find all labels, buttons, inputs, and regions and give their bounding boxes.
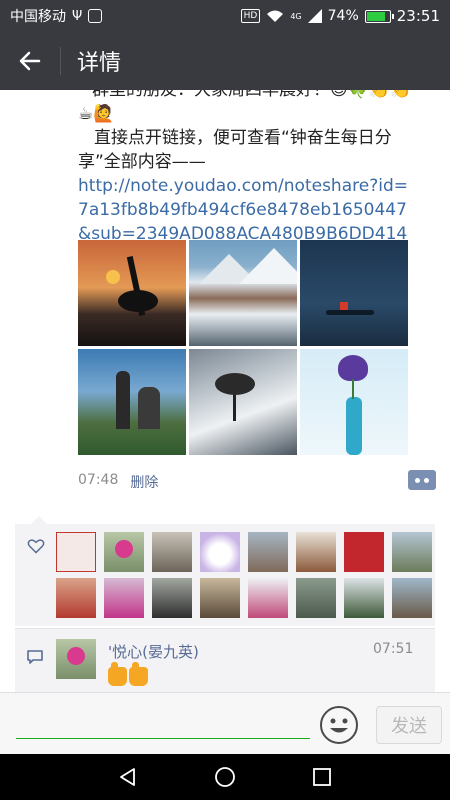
- header-bar: 详情: [0, 32, 450, 90]
- square-recents-icon: [312, 768, 331, 786]
- post-detail: 群里的朋友：大家周四早晨好！😊🍀👏👏 ☕🙋 直接点开链接，便可查看“钟奋生每日分…: [0, 90, 450, 692]
- avatar-flower-person[interactable]: [104, 532, 144, 572]
- system-nav-bar: [0, 754, 450, 800]
- snowy-mountains-photo[interactable]: [189, 240, 297, 346]
- status-bar: 中国移动 Ψ HD 4G 74% 23:51: [0, 0, 450, 32]
- carrier-label: 中国移动: [10, 9, 66, 25]
- thumbs-up-icon: [129, 662, 148, 686]
- likes-section: [15, 516, 435, 626]
- usb-icon: Ψ: [72, 8, 83, 24]
- rock-pinnacle-photo[interactable]: [78, 349, 186, 455]
- triangle-back-icon: [120, 768, 136, 786]
- arrow-left-icon: [19, 51, 41, 71]
- hd-badge: HD: [240, 9, 261, 23]
- delete-link[interactable]: 删除: [130, 472, 158, 492]
- avatar-man-dark[interactable]: [152, 578, 192, 618]
- network-type: 4G: [290, 11, 302, 21]
- crane-sunset-photo[interactable]: [78, 240, 186, 346]
- avatar-red-card[interactable]: [344, 532, 384, 572]
- battery-icon: [364, 9, 394, 23]
- smiley-icon[interactable]: [319, 705, 359, 745]
- comment-bubble-icon: [27, 650, 43, 664]
- page-title: 详情: [77, 51, 122, 76]
- post-time: 07:48: [78, 472, 119, 488]
- battery-percent: 74%: [327, 8, 359, 24]
- avatar-cat[interactable]: [200, 532, 240, 572]
- photo-grid: [78, 240, 408, 455]
- circle-home-icon: [215, 767, 235, 787]
- avatar-man-rocks[interactable]: [296, 578, 336, 618]
- clock: 23:51: [396, 7, 440, 25]
- post-text-line: ☕🙋: [78, 104, 115, 124]
- comment-author[interactable]: '悦心(晏九英): [108, 641, 199, 662]
- comment-avatar[interactable]: [56, 639, 96, 679]
- avatar-woman-snow[interactable]: [248, 578, 288, 618]
- avatar-group[interactable]: [248, 532, 288, 572]
- avatar-calligraphy[interactable]: [56, 532, 96, 572]
- avatar-woman-pink[interactable]: [104, 578, 144, 618]
- nav-back-button[interactable]: [108, 757, 148, 797]
- liker-avatars: [56, 532, 432, 618]
- avatar-bonsai[interactable]: [344, 578, 384, 618]
- avatar-building[interactable]: [296, 532, 336, 572]
- signal-icon: [307, 9, 322, 23]
- heart-outline-icon: [27, 539, 45, 554]
- post-text-line: 直接点开链接，便可查看“钟奋生每日分享”全部内容——: [78, 128, 392, 172]
- comment-input[interactable]: [16, 705, 310, 739]
- post-meta: 07:48 删除: [78, 472, 158, 492]
- avatar-woman-garden[interactable]: [200, 578, 240, 618]
- thumbs-up-icon: [108, 662, 127, 686]
- comments-section: '悦心(晏九英) 07:51: [15, 628, 435, 692]
- send-button[interactable]: 发送: [376, 706, 442, 744]
- comment-input-bar: 发送: [0, 692, 450, 754]
- nav-home-button[interactable]: [205, 757, 245, 797]
- comment-time: 07:51: [373, 641, 414, 657]
- comment-content: [108, 662, 148, 686]
- more-dots-icon[interactable]: [408, 470, 436, 490]
- avatar-street[interactable]: [392, 532, 432, 572]
- dot: [424, 477, 429, 483]
- post-text-line: 群里的朋友：大家周四早晨好！😊🍀👏👏: [92, 90, 412, 100]
- app-notification-icon: [88, 9, 103, 23]
- avatar-woman-red[interactable]: [56, 578, 96, 618]
- foggy-boat-photo[interactable]: [300, 240, 408, 346]
- avatar-man-indoor[interactable]: [152, 532, 192, 572]
- dot: [415, 477, 420, 483]
- avatar-person-outdoor[interactable]: [392, 578, 432, 618]
- nav-recents-button[interactable]: [302, 757, 342, 797]
- tree-on-sand-dune-photo[interactable]: [189, 349, 297, 455]
- wifi-icon: [267, 10, 284, 22]
- iris-flower-vase-photo[interactable]: [300, 349, 408, 455]
- back-button[interactable]: [0, 32, 60, 90]
